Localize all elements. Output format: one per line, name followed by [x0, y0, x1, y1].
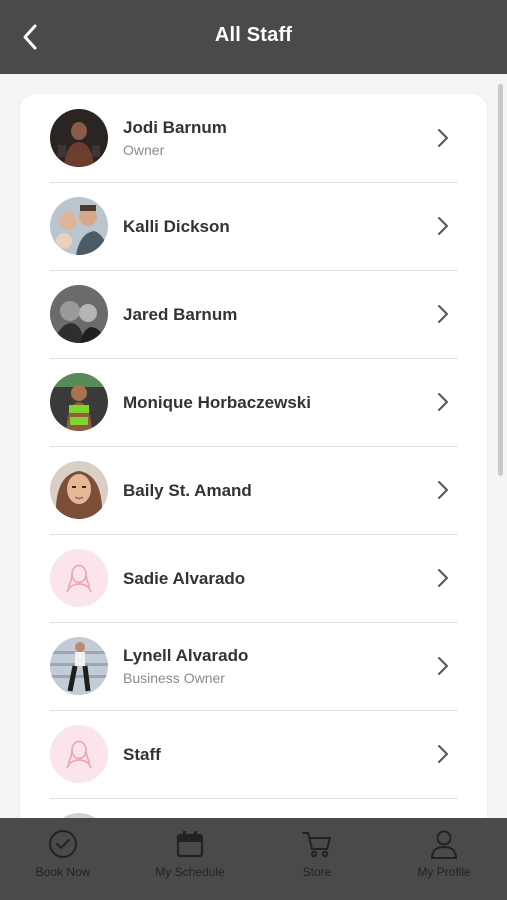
avatar	[50, 109, 108, 167]
tab-book-now[interactable]: Book Now	[0, 818, 126, 900]
staff-role: Business Owner	[123, 670, 225, 686]
staff-name: Jared Barnum	[123, 305, 238, 324]
chevron-right-icon	[438, 305, 448, 323]
user-icon	[431, 830, 457, 859]
chevron-right-icon	[438, 657, 448, 675]
staff-name: Baily St. Amand	[123, 481, 252, 500]
tab-my-schedule[interactable]: My Schedule	[127, 818, 253, 900]
staff-name: Lynell Alvarado	[123, 646, 249, 665]
staff-name: Sadie Alvarado	[123, 569, 246, 588]
person-placeholder-icon	[50, 549, 108, 607]
tab-label: My Schedule	[155, 865, 225, 879]
page-title: All Staff	[214, 24, 293, 46]
staff-name: Monique Horbaczewski	[123, 393, 311, 412]
tab-label: My Profile	[417, 865, 471, 879]
chevron-right-icon	[438, 481, 448, 499]
staff-row-jared-barnum[interactable]: Jared Barnum	[50, 270, 458, 359]
avatar	[50, 197, 108, 255]
chevron-right-icon	[438, 217, 448, 235]
chevron-right-icon	[438, 129, 448, 147]
staff-row-staff[interactable]: Staff	[50, 710, 458, 799]
scrollbar[interactable]	[498, 84, 503, 476]
tab-label: Book Now	[35, 865, 91, 879]
staff-role: Owner	[123, 142, 165, 158]
staff-row-sadie-alvarado[interactable]: Sadie Alvarado	[50, 534, 458, 623]
chevron-right-icon	[438, 569, 448, 587]
avatar-placeholder	[50, 725, 108, 783]
staff-row-partial[interactable]	[50, 798, 458, 818]
staff-row-monique-horbaczewski[interactable]: Monique Horbaczewski	[50, 358, 458, 447]
staff-name: Kalli Dickson	[123, 217, 230, 236]
bottom-tab-bar: Book Now My Schedule Store My Profile	[0, 818, 507, 900]
tab-my-profile[interactable]: My Profile	[381, 818, 507, 900]
tab-store[interactable]: Store	[254, 818, 380, 900]
staff-name: Jodi Barnum	[123, 118, 227, 137]
staff-row-lynell-alvarado[interactable]: Lynell Alvarado Business Owner	[50, 622, 458, 711]
cart-icon	[302, 832, 331, 858]
staff-row-kalli-dickson[interactable]: Kalli Dickson	[50, 182, 458, 271]
check-circle-icon	[49, 830, 77, 858]
staff-list-card: Jodi Barnum Owner Kalli Dickson Jared Ba…	[20, 94, 487, 818]
avatar-placeholder	[50, 549, 108, 607]
avatar	[50, 461, 108, 519]
staff-name: Staff	[123, 745, 161, 764]
avatar	[50, 373, 108, 431]
chevron-right-icon	[438, 745, 448, 763]
person-placeholder-icon	[50, 725, 108, 783]
staff-row-jodi-barnum[interactable]: Jodi Barnum Owner	[50, 94, 458, 183]
tab-label: Store	[302, 865, 332, 879]
staff-list-scroll[interactable]: Jodi Barnum Owner Kalli Dickson Jared Ba…	[0, 74, 507, 818]
calendar-icon	[176, 831, 204, 858]
staff-row-baily-st-amand[interactable]: Baily St. Amand	[50, 446, 458, 535]
avatar	[50, 637, 108, 695]
top-bar: All Staff	[0, 0, 507, 74]
chevron-right-icon	[438, 393, 448, 411]
avatar	[50, 285, 108, 343]
